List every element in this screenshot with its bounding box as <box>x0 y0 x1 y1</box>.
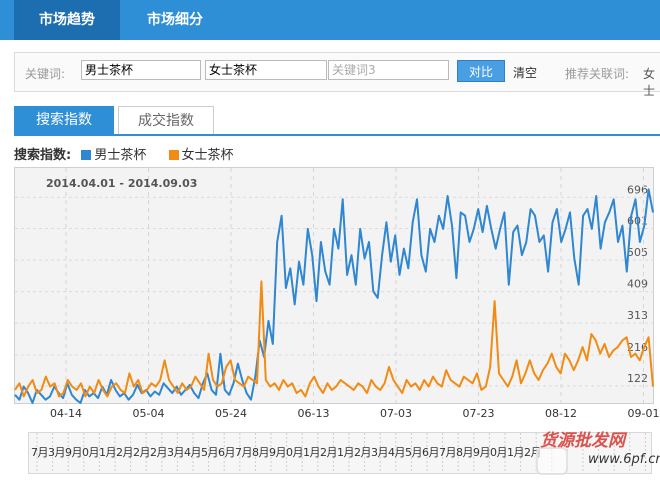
x-tick-label: 09-01 <box>628 407 660 420</box>
legend-item-women[interactable]: 女士茶杯 <box>168 148 234 163</box>
keyword-input-3[interactable]: 关键词3 <box>328 60 449 80</box>
chart-legend: 搜索指数: 男士茶杯 女士茶杯 <box>14 144 234 163</box>
legend-swatch-women <box>168 149 179 160</box>
x-tick-label: 08-12 <box>545 407 577 420</box>
tab-transaction-index[interactable]: 成交指数 <box>118 106 214 134</box>
tab-market-segment[interactable]: 市场细分 <box>130 0 220 40</box>
y-tick-label: 696 <box>627 183 648 196</box>
watermark-logo <box>536 447 568 475</box>
x-tick-label: 04-14 <box>50 407 82 420</box>
y-tick-label: 313 <box>627 309 648 322</box>
clear-button[interactable]: 清空 <box>513 64 537 81</box>
compare-button[interactable]: 对比 <box>457 60 505 82</box>
keyword-input-2[interactable]: 女士茶杯 <box>205 60 327 80</box>
x-tick-label: 05-24 <box>215 407 247 420</box>
date-range-label: 2014.04.01 - 2014.09.03 <box>46 177 197 190</box>
tab-market-trend[interactable]: 市场趋势 <box>14 0 120 40</box>
watermark-url: www.6pf.cn <box>588 452 660 467</box>
legend-label-women: 女士茶杯 <box>181 148 234 163</box>
search-index-chart: 122 216 313 409 505 601 696 04-14 05-04 05-24 06-1… <box>14 167 660 423</box>
keyword-input-1[interactable]: 男士茶杯 <box>81 60 201 80</box>
watermark-text: 货源批发网 <box>540 431 625 451</box>
y-tick-label: 409 <box>627 278 648 291</box>
tab-search-index[interactable]: 搜索指数 <box>14 106 114 134</box>
x-tick-label: 07-03 <box>380 407 412 420</box>
x-tick-label: 06-13 <box>298 407 330 420</box>
legend-title: 搜索指数: <box>14 148 72 163</box>
y-tick-label: 505 <box>627 246 648 259</box>
x-tick-label: 05-04 <box>133 407 165 420</box>
legend-item-men[interactable]: 男士茶杯 <box>81 148 150 163</box>
chart-svg: 12221631340950560169604-14 05-04 05-24 06-1… <box>14 167 660 420</box>
recommend-label: 推荐关联词: <box>565 67 630 81</box>
keyword-search-row: 关键词: 男士茶杯 女士茶杯 关键词3 对比 清空 推荐关联词: 女士 <box>14 52 660 98</box>
y-tick-label: 122 <box>627 372 648 385</box>
top-nav-bar: 市场趋势 市场细分 <box>0 0 660 40</box>
legend-label-men: 男士茶杯 <box>94 148 147 163</box>
recommend-keyword-link[interactable]: 女士 <box>643 65 660 99</box>
keywords-label: 关键词: <box>25 67 66 81</box>
legend-swatch-men <box>81 149 92 160</box>
timeline-month-labels: 7月3月9月0月1月2月2月2月3月4月5月6月7月8月9月0月1月2月1月2月… <box>31 446 541 459</box>
index-tabs: 搜索指数 成交指数 <box>14 106 660 136</box>
x-tick-label: 07-23 <box>463 407 495 420</box>
